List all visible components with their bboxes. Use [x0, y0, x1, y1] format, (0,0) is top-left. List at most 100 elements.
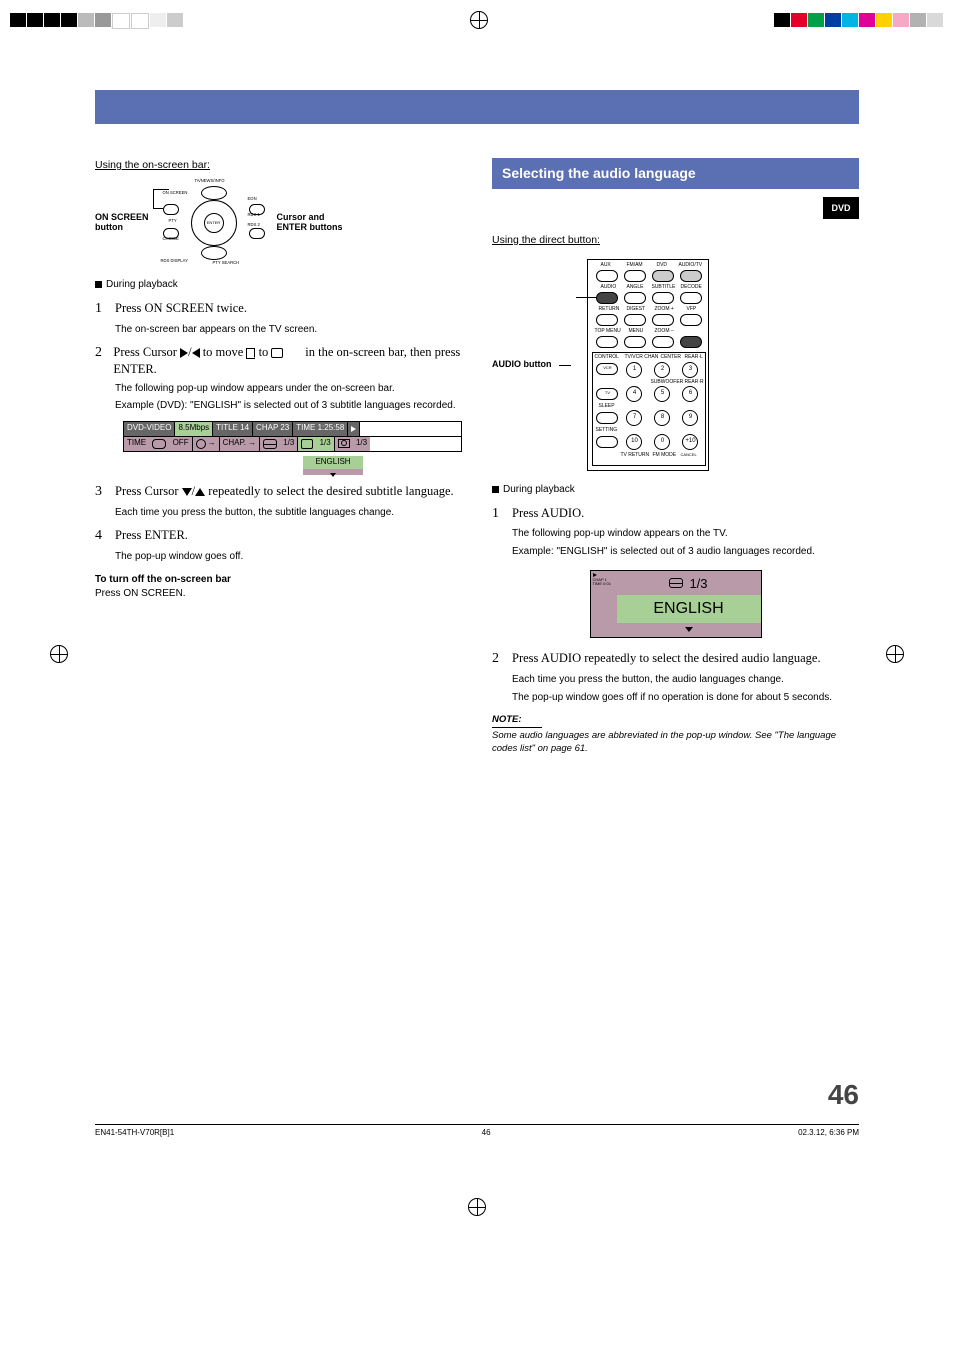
audio-button-icon — [596, 292, 618, 304]
left-column: Using the on-screen bar: ON SCREENbutton… — [95, 158, 462, 1114]
header-band — [95, 90, 859, 124]
during-playback-label-2: During playback — [503, 483, 575, 497]
r-step1-head: Press AUDIO. — [512, 505, 584, 522]
dvd-badge: DVD — [823, 197, 859, 219]
register-target-icon — [470, 11, 488, 29]
digest-button-icon — [624, 314, 646, 326]
subtitle-slot-icon — [271, 348, 283, 358]
during-playback-label: During playback — [106, 278, 178, 292]
step-number-4: 4 — [95, 527, 109, 546]
turnoff-head: To turn off the on-screen bar — [95, 573, 462, 587]
step-number-3: 3 — [95, 483, 109, 502]
popup-count-label: 1/3 — [689, 575, 707, 593]
r-step2-head: Press AUDIO repeatedly to select the des… — [512, 650, 821, 667]
audio-channel-icon — [263, 439, 277, 449]
tv-button-icon: TV — [596, 388, 618, 400]
osd-time-cell: TIME OFF — [124, 437, 193, 451]
right-subheading: Using the direct button: — [492, 233, 859, 247]
repeat-icon — [152, 439, 166, 449]
fmam-button-icon — [624, 270, 646, 282]
dropdown-arrow-icon — [330, 473, 336, 477]
step3-head: Press Cursor / repeatedly to select the … — [115, 483, 454, 500]
onscreen-bar-example: DVD-VIDEO 8.5Mbps TITLE 14 CHAP 23 TIME … — [123, 421, 462, 475]
square-bullet-icon-2 — [492, 486, 499, 493]
square-bullet-icon — [95, 281, 102, 288]
osd-subtitle-cell: 1/3 — [298, 437, 334, 451]
zoom-minus-button-icon — [652, 336, 674, 348]
highlight-marker-icon — [246, 348, 255, 359]
footer-page: 46 — [482, 1128, 491, 1137]
step2-body1: The following pop-up window appears unde… — [115, 382, 462, 396]
diagram-label-top: TA/NEWS/INFO — [195, 178, 225, 184]
right-column: Selecting the audio language DVD Using t… — [492, 158, 859, 1114]
osd-disc-type: DVD-VIDEO — [124, 422, 175, 436]
flmode-button-icon — [680, 336, 702, 348]
subtitle-button-icon — [652, 292, 674, 304]
audio-popup-icon — [669, 578, 683, 588]
diagram-label-pty: PTY — [169, 218, 177, 224]
remote-control-diagram: AUX FM/AM DVD AUDIO/TV AUDIO ANGLE SUBTI… — [587, 259, 709, 471]
dvd-button-icon — [652, 270, 674, 282]
register-target-icon-bottom — [468, 1198, 486, 1216]
callout-on-screen: ON SCREENbutton — [95, 213, 149, 233]
sleep-button-icon — [596, 412, 618, 424]
diagram-label-eon: EON — [248, 196, 257, 202]
audio-popup-example: CHAP 1TIME 0:01 1/3 ENGLISH — [590, 570, 762, 638]
return-button-icon — [596, 314, 618, 326]
step4-head: Press ENTER. — [115, 527, 188, 544]
r-step1-body1: The following pop-up window appears on t… — [512, 527, 859, 541]
callout-audio-button: AUDIO button — [492, 360, 551, 370]
zoom-plus-button-icon — [652, 314, 674, 326]
enter-button-icon: ENTER — [204, 213, 224, 233]
subtitle-icon — [301, 439, 313, 449]
osd-time: TIME 1:25:58 — [293, 422, 348, 436]
section-title: Selecting the audio language — [492, 158, 859, 189]
step1-head: Press ON SCREEN twice. — [115, 300, 247, 317]
clock-icon — [196, 439, 206, 449]
cursor-right-icon — [180, 348, 188, 358]
decode-button-icon — [680, 292, 702, 304]
diagram-label-ptysearch: PTY SEARCH — [213, 260, 240, 266]
osd-bitrate: 8.5Mbps — [175, 422, 213, 436]
osd-audio-cell: 1/3 — [260, 437, 298, 451]
cursor-left-icon — [192, 348, 200, 358]
r-step2-body1: Each time you press the button, the audi… — [512, 673, 859, 687]
osd-popup-language: ENGLISH — [303, 456, 363, 469]
note-text: Some audio languages are abbreviated in … — [492, 730, 859, 756]
vcr-button-icon: VCR — [596, 363, 618, 375]
angle-icon — [338, 439, 350, 448]
vfp-button-icon — [680, 314, 702, 326]
aux-button-icon — [596, 270, 618, 282]
step-number-1: 1 — [95, 300, 109, 319]
footer-doc-id: EN41-54TH-V70R[B]1 — [95, 1128, 174, 1137]
osd-play-icon-cell — [348, 422, 360, 436]
registration-top — [0, 0, 954, 40]
step1-body: The on-screen bar appears on the TV scre… — [115, 323, 462, 337]
step2-head: Press Cursor / to move to in the on-scre… — [113, 344, 462, 378]
r-step2-body2: The pop-up window goes off if no operati… — [512, 691, 859, 705]
step2-body2: Example (DVD): "ENGLISH" is selected out… — [115, 399, 462, 413]
step-number-2: 2 — [95, 344, 107, 378]
nav-pad-diagram: ON SCREENbutton TA/NEWS/INFO ON SCREEN P… — [95, 178, 462, 268]
popup-language-label: ENGLISH — [617, 595, 761, 623]
r-step-number-2: 2 — [492, 650, 506, 669]
cursor-down-icon — [182, 488, 192, 496]
footer-timestamp: 02.3.12, 6:36 PM — [798, 1128, 859, 1137]
diagram-label-rds2: RDS 2 — [248, 222, 260, 228]
osd-timejump-cell: → — [193, 437, 220, 451]
registration-bottom — [0, 1187, 954, 1227]
popup-down-arrow-icon — [685, 627, 693, 632]
left-subheading: Using the on-screen bar: — [95, 158, 462, 172]
osd-chap-num: CHAP 23 — [253, 422, 293, 436]
step4-body: The pop-up window goes off. — [115, 550, 462, 564]
page-number: 46 — [492, 1076, 859, 1114]
r-step-number-1: 1 — [492, 505, 506, 524]
osd-angle-cell: 1/3 — [335, 437, 370, 451]
play-icon — [351, 426, 356, 432]
callout-cursor-enter: Cursor andENTER buttons — [277, 213, 343, 233]
osd-chapjump-cell: CHAP.→ — [220, 437, 260, 451]
imposition-footer: EN41-54TH-V70R[B]1 46 02.3.12, 6:36 PM — [95, 1124, 859, 1137]
popup-play-icon — [593, 573, 597, 577]
turnoff-body: Press ON SCREEN. — [95, 587, 462, 601]
cursor-up-icon — [195, 488, 205, 496]
